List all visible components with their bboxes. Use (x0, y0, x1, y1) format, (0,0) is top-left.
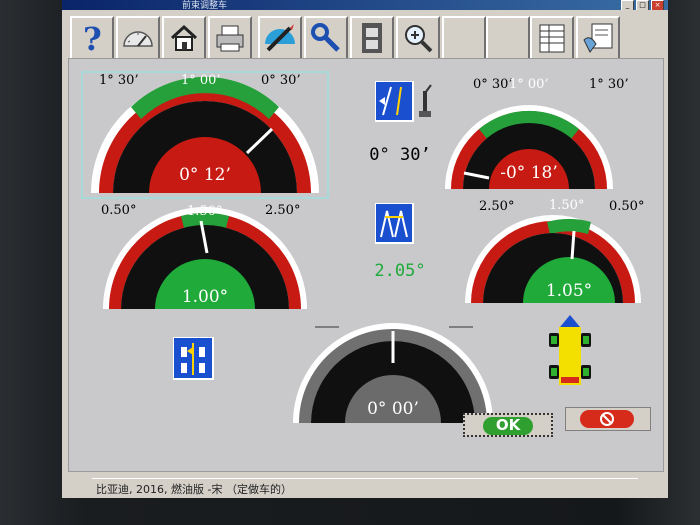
fr-caster-target-label: 1.50° (549, 198, 585, 213)
ok-label: OK (495, 416, 521, 434)
house-icon (170, 24, 198, 51)
fl-caster-min-label: 0.50° (101, 203, 137, 218)
video-button[interactable] (350, 16, 394, 60)
status-bar: 比亚迪, 2016, 燃油版 -宋 （定做车的） (92, 478, 638, 497)
spreadsheet-icon (539, 24, 565, 53)
settings-button[interactable] (576, 16, 620, 60)
fl-camber-target-label: 1° 00’ (181, 73, 221, 88)
fr-camber-value: -0° 18’ (500, 163, 558, 183)
ok-button[interactable]: OK (463, 413, 553, 437)
toe-adjust-icon (172, 336, 215, 385)
home-button[interactable] (162, 16, 206, 60)
toolbar-empty-slot (442, 16, 486, 60)
fl-caster-target-label: 1.50° (187, 204, 223, 219)
tools-button[interactable] (304, 16, 348, 60)
fl-camber-max-label: 0° 30’ (261, 73, 301, 88)
thrust-angle-value: 0° 00’ (367, 399, 419, 419)
gauge-button[interactable] (116, 16, 160, 60)
camber-adjust-icon (374, 80, 433, 131)
app-window: 前束调整车 _ □ × ? 1° 30’ 1° 00’ 0° 30’ 0° 12… (62, 0, 668, 498)
adjust-button[interactable] (258, 16, 302, 60)
fl-caster-max-label: 2.50° (265, 203, 301, 218)
fl-camber-min-label: 1° 30’ (99, 73, 139, 88)
zoom-button[interactable] (396, 16, 440, 60)
wrench-icon (311, 23, 340, 52)
speedometer-icon (123, 31, 153, 47)
cancel-button[interactable] (565, 407, 651, 431)
fr-caster-min-label: 2.50° (479, 199, 515, 214)
camber-difference-value: 0° 30’ (369, 145, 431, 165)
fr-camber-min-label: 0° 30’ (473, 77, 513, 92)
fr-camber-target-label: 1° 00’ (509, 77, 549, 92)
fr-caster-value: 1.05° (545, 281, 593, 301)
no-entry-icon (600, 412, 614, 426)
printer-icon (216, 25, 244, 52)
caster-adjust-icon (374, 202, 415, 249)
caster-difference-value: 2.05° (374, 261, 426, 281)
magnifier-plus-icon (405, 25, 433, 53)
fl-caster-value: 1.00° (181, 287, 229, 307)
film-icon (362, 23, 382, 53)
vehicle-info-text: 比亚迪, 2016, 燃油版 -宋 （定做车的） (96, 483, 292, 496)
alignment-panel: 1° 30’ 1° 00’ 0° 30’ 0° 12’ 0° 30’ 0° 30… (68, 58, 664, 472)
hand-document-icon (583, 23, 613, 53)
title-bar: 前束调整车 _ □ × (62, 0, 668, 11)
vehicle-topview-icon (545, 315, 595, 391)
svg-text:?: ? (83, 20, 102, 56)
fr-camber-max-label: 1° 30’ (589, 77, 629, 92)
report-button[interactable] (530, 16, 574, 60)
question-icon: ? (83, 20, 102, 56)
pen-ruler-icon (265, 24, 295, 52)
print-button[interactable] (208, 16, 252, 60)
fl-camber-value: 0° 12’ (179, 165, 231, 185)
fr-caster-max-label: 0.50° (609, 199, 645, 214)
help-button[interactable]: ? (70, 16, 114, 60)
toolbar-empty-slot (486, 16, 530, 60)
